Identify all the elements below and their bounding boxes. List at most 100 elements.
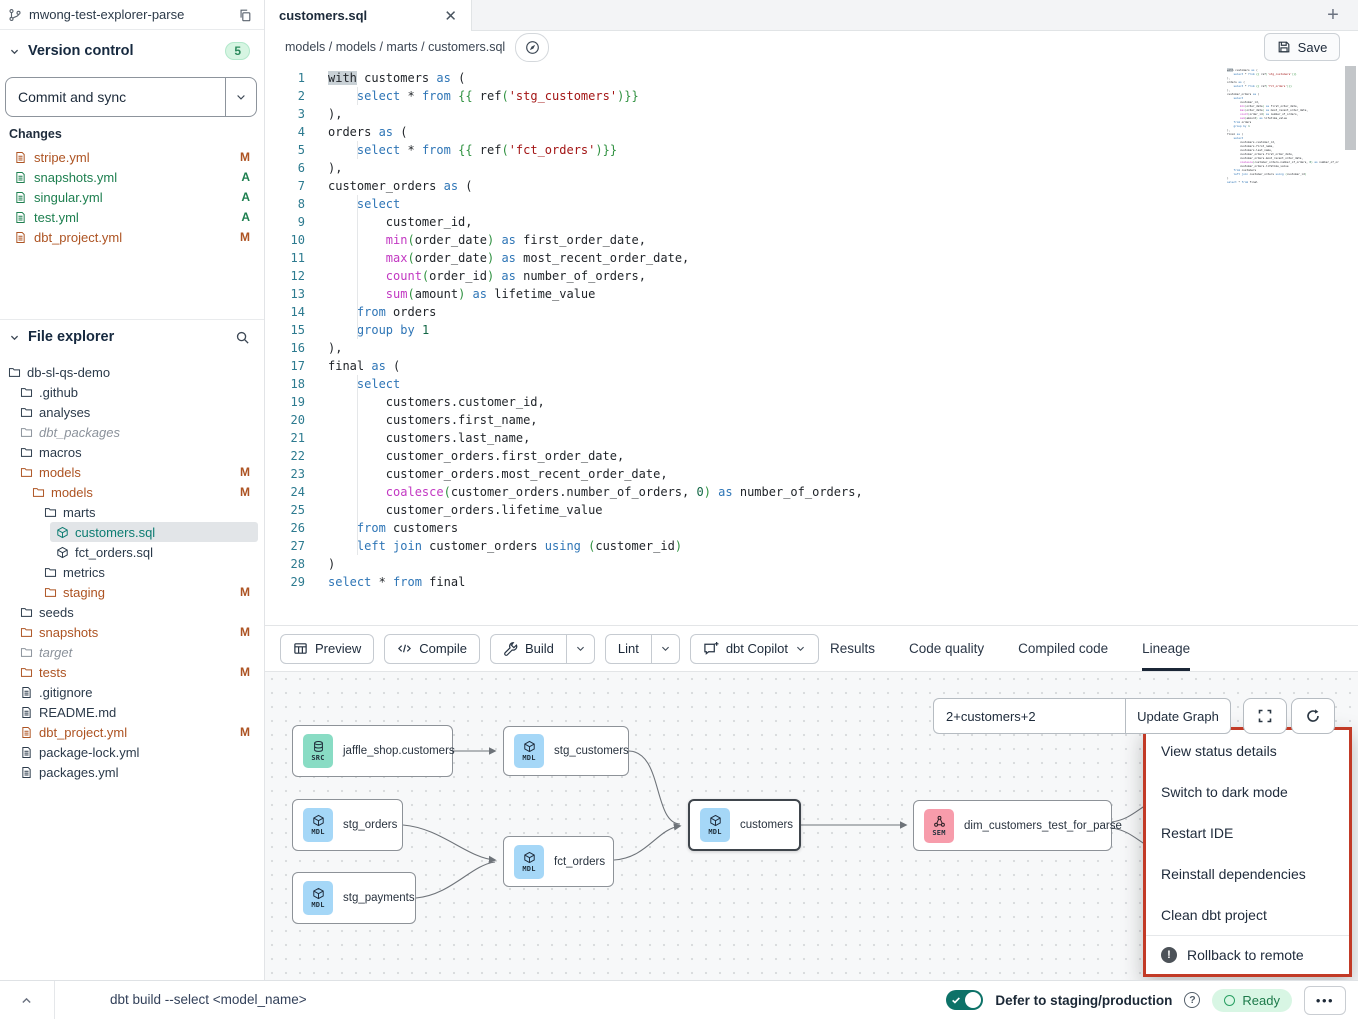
code-line-27[interactable]: 27 left join customer_orders using (cust…	[265, 537, 1338, 555]
fullscreen-button[interactable]	[1243, 698, 1287, 734]
copy-icon[interactable]	[238, 8, 252, 22]
lineage-node-stg-customers[interactable]: MDLstg_customers	[503, 726, 629, 776]
menu-item-clean-dbt-project[interactable]: Clean dbt project	[1146, 894, 1349, 935]
lint-options-chevron[interactable]	[651, 635, 679, 663]
tree-item-models[interactable]: modelsM	[26, 482, 258, 502]
menu-item-switch-to-dark-mode[interactable]: Switch to dark mode	[1146, 771, 1349, 812]
tree-item-gitignore[interactable]: .gitignore	[14, 682, 258, 702]
tree-item-macros[interactable]: macros	[14, 442, 258, 462]
lineage-node-jaffle-shop-customers[interactable]: SRCjaffle_shop.customers	[292, 725, 453, 777]
menu-item-restart-ide[interactable]: Restart IDE	[1146, 812, 1349, 853]
search-icon[interactable]	[235, 330, 250, 345]
change-item-stripe-yml[interactable]: stripe.ymlM	[0, 147, 264, 167]
panel-tab-lineage[interactable]: Lineage	[1142, 626, 1190, 671]
change-item-snapshots-yml[interactable]: snapshots.ymlA	[0, 167, 264, 187]
tree-item-staging[interactable]: stagingM	[38, 582, 258, 602]
code-line-19[interactable]: 19 customers.customer_id,	[265, 393, 1338, 411]
code-line-6[interactable]: 6),	[265, 159, 1338, 177]
code-line-8[interactable]: 8 select	[265, 195, 1338, 213]
compass-icon[interactable]	[515, 33, 549, 62]
menu-item-view-status-details[interactable]: View status details	[1146, 730, 1349, 771]
lineage-node-fct-orders[interactable]: MDLfct_orders	[503, 836, 614, 887]
lineage-node-customers[interactable]: MDLcustomers	[688, 799, 801, 851]
change-item-test-yml[interactable]: test.ymlA	[0, 207, 264, 227]
code-line-11[interactable]: 11 max(order_date) as most_recent_order_…	[265, 249, 1338, 267]
build-options-chevron[interactable]	[566, 635, 594, 663]
tree-item-analyses[interactable]: analyses	[14, 402, 258, 422]
version-control-header[interactable]: Version control 5	[0, 40, 264, 62]
commit-options-chevron[interactable]	[225, 78, 256, 116]
tree-item-fct-orders-sql[interactable]: fct_orders.sql	[50, 542, 258, 562]
menu-item-rollback-to-remote[interactable]: ! Rollback to remote	[1146, 936, 1349, 974]
scrollbar[interactable]	[1345, 66, 1356, 150]
code-editor[interactable]: 1with customers as (2 select * from {{ r…	[265, 63, 1358, 625]
update-graph-button[interactable]: Update Graph	[1125, 698, 1231, 734]
refresh-button[interactable]	[1291, 698, 1335, 734]
code-line-26[interactable]: 26 from customers	[265, 519, 1338, 537]
code-line-9[interactable]: 9 customer_id,	[265, 213, 1338, 231]
lint-button[interactable]: Lint	[606, 635, 651, 663]
lineage-node-stg-payments[interactable]: MDLstg_payments	[292, 872, 416, 924]
file-explorer-header[interactable]: File explorer	[0, 326, 264, 348]
lineage-node-dim-customers-test-for-parse[interactable]: SEMdim_customers_test_for_parse	[913, 800, 1112, 851]
code-line-18[interactable]: 18 select	[265, 375, 1338, 393]
code-line-29[interactable]: 29select * from final	[265, 573, 1338, 591]
minimap[interactable]: with customers as ( select * from {{ ref…	[1227, 68, 1339, 184]
tree-item-db-sl-qs-demo[interactable]: db-sl-qs-demo	[2, 362, 258, 382]
chevron-up-icon[interactable]	[20, 994, 33, 1007]
tree-item-readme-md[interactable]: README.md	[14, 702, 258, 722]
tree-item-tests[interactable]: testsM	[14, 662, 258, 682]
save-button[interactable]: Save	[1264, 33, 1340, 61]
tree-item-packages-yml[interactable]: packages.yml	[14, 762, 258, 782]
tree-item-snapshots[interactable]: snapshotsM	[14, 622, 258, 642]
tree-item-metrics[interactable]: metrics	[38, 562, 258, 582]
code-line-14[interactable]: 14 from orders	[265, 303, 1338, 321]
code-line-13[interactable]: 13 sum(amount) as lifetime_value	[265, 285, 1338, 303]
code-line-12[interactable]: 12 count(order_id) as number_of_orders,	[265, 267, 1338, 285]
lineage-node-stg-orders[interactable]: MDLstg_orders	[292, 799, 403, 851]
commit-and-sync-button[interactable]: Commit and sync	[5, 77, 257, 117]
code-line-17[interactable]: 17final as (	[265, 357, 1338, 375]
code-line-2[interactable]: 2 select * from {{ ref('stg_customers')}…	[265, 87, 1338, 105]
code-line-21[interactable]: 21 customers.last_name,	[265, 429, 1338, 447]
code-line-20[interactable]: 20 customers.first_name,	[265, 411, 1338, 429]
panel-tab-compiled-code[interactable]: Compiled code	[1018, 626, 1108, 671]
code-line-3[interactable]: 3),	[265, 105, 1338, 123]
dbt-copilot-button[interactable]: dbt Copilot	[690, 634, 819, 664]
preview-button[interactable]: Preview	[280, 634, 374, 664]
code-line-24[interactable]: 24 coalesce(customer_orders.number_of_or…	[265, 483, 1338, 501]
editor-tab-customers[interactable]: customers.sql ✕	[265, 0, 472, 31]
command-input[interactable]: dbt build --select <model_name>	[110, 992, 307, 1007]
tree-item-seeds[interactable]: seeds	[14, 602, 258, 622]
tree-item-customers-sql[interactable]: customers.sql	[50, 522, 258, 542]
defer-toggle[interactable]	[946, 990, 983, 1010]
close-icon[interactable]: ✕	[444, 7, 457, 25]
code-line-10[interactable]: 10 min(order_date) as first_order_date,	[265, 231, 1338, 249]
build-button[interactable]: Build	[491, 635, 566, 663]
code-line-4[interactable]: 4orders as (	[265, 123, 1338, 141]
code-line-23[interactable]: 23 customer_orders.most_recent_order_dat…	[265, 465, 1338, 483]
tree-item-marts[interactable]: marts	[38, 502, 258, 522]
tree-item-dbt-packages[interactable]: dbt_packages	[14, 422, 258, 442]
code-line-5[interactable]: 5 select * from {{ ref('fct_orders')}}	[265, 141, 1338, 159]
chevron-down-icon[interactable]	[9, 46, 20, 57]
tree-item-target[interactable]: target	[14, 642, 258, 662]
tree-item-dbt-project-yml[interactable]: dbt_project.ymlM	[14, 722, 258, 742]
code-line-22[interactable]: 22 customer_orders.first_order_date,	[265, 447, 1338, 465]
tree-item-github[interactable]: .github	[14, 382, 258, 402]
lineage-search-input[interactable]	[933, 698, 1125, 734]
change-item-dbt-project-yml[interactable]: dbt_project.ymlM	[0, 227, 264, 247]
code-line-7[interactable]: 7customer_orders as (	[265, 177, 1338, 195]
more-options-button[interactable]: •••	[1304, 986, 1346, 1015]
new-tab-button[interactable]: +	[1318, 0, 1348, 30]
compile-button[interactable]: Compile	[384, 634, 480, 664]
tree-item-models[interactable]: modelsM	[14, 462, 258, 482]
change-item-singular-yml[interactable]: singular.ymlA	[0, 187, 264, 207]
tree-item-package-lock-yml[interactable]: package-lock.yml	[14, 742, 258, 762]
code-line-25[interactable]: 25 customer_orders.lifetime_value	[265, 501, 1338, 519]
panel-tab-code-quality[interactable]: Code quality	[909, 626, 984, 671]
chevron-down-icon[interactable]	[9, 332, 20, 343]
panel-tab-results[interactable]: Results	[830, 626, 875, 671]
code-line-28[interactable]: 28)	[265, 555, 1338, 573]
menu-item-reinstall-dependencies[interactable]: Reinstall dependencies	[1146, 853, 1349, 894]
